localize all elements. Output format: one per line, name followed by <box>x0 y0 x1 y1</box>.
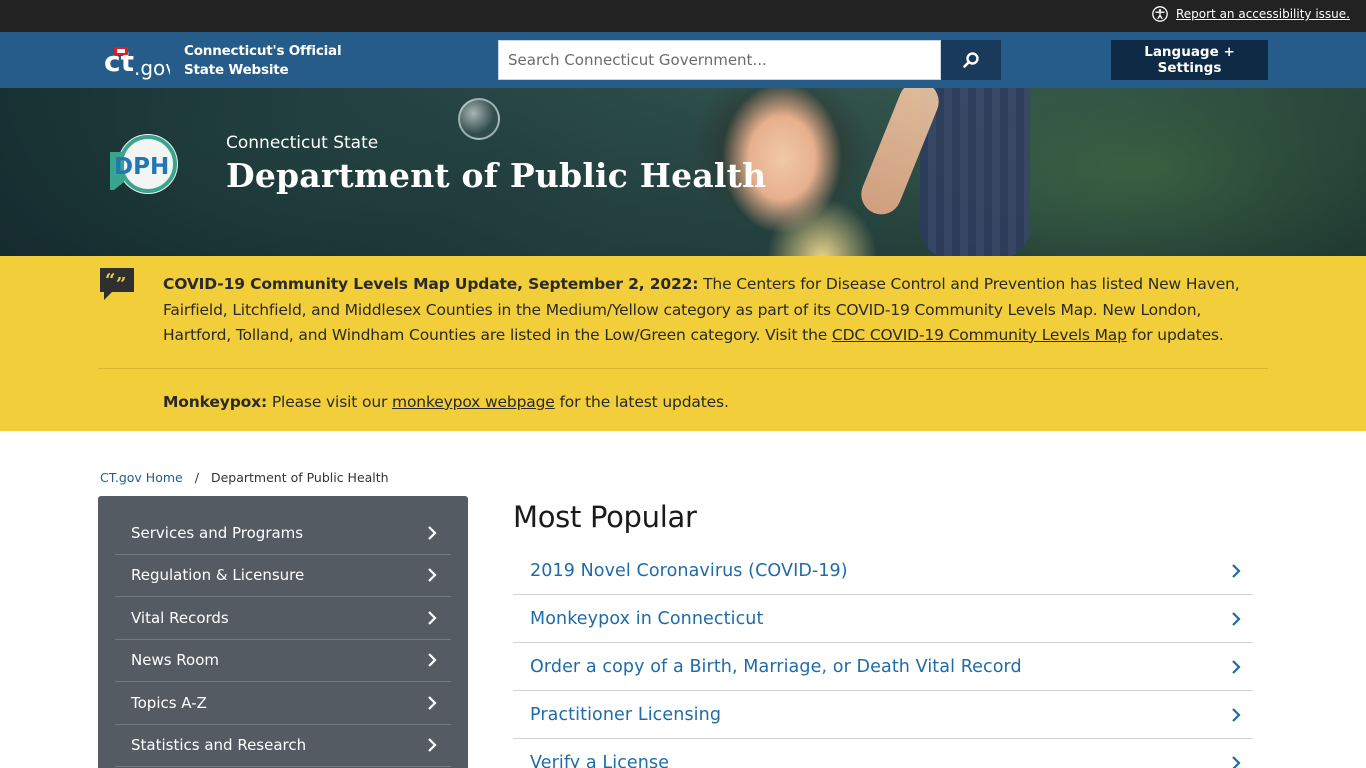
chevron-right-icon <box>428 653 437 668</box>
site-header: ct .gov Connecticut's Official State Web… <box>0 32 1366 88</box>
chevron-right-icon <box>428 525 437 540</box>
monkeypox-alert-heading: Monkeypox: <box>163 393 268 411</box>
search-input[interactable] <box>498 40 941 80</box>
side-nav-item-news-room[interactable]: News Room <box>115 640 451 682</box>
popular-link-label: 2019 Novel Coronavirus (COVID-19) <box>530 560 848 581</box>
monkeypox-alert-text: Monkeypox: Please visit our monkeypox we… <box>163 390 729 415</box>
popular-link-practitioner-licensing[interactable]: Practitioner Licensing <box>513 691 1253 739</box>
chevron-right-icon <box>1232 563 1241 578</box>
popular-link-coronavirus[interactable]: 2019 Novel Coronavirus (COVID-19) <box>513 547 1253 595</box>
popular-link-label: Verify a License <box>530 752 670 768</box>
most-popular-list: 2019 Novel Coronavirus (COVID-19) Monkey… <box>513 547 1253 768</box>
hero-background-person <box>920 88 1030 256</box>
chevron-right-icon <box>1232 755 1241 768</box>
breadcrumb-current: Department of Public Health <box>210 470 389 485</box>
side-nav-item-statistics-research[interactable]: Statistics and Research <box>115 725 451 767</box>
utility-bar: Report an accessibility issue. <box>0 0 1366 32</box>
breadcrumb-separator: / <box>194 470 199 485</box>
popular-link-vital-record[interactable]: Order a copy of a Birth, Marriage, or De… <box>513 643 1253 691</box>
chevron-right-icon <box>1232 659 1241 674</box>
breadcrumb: CT.gov Home / Department of Public Healt… <box>100 470 389 485</box>
chevron-right-icon <box>428 610 437 625</box>
hero-subtitle: Connecticut State <box>226 133 379 153</box>
most-popular-heading: Most Popular <box>513 500 697 534</box>
covid-alert-heading: COVID-19 Community Levels Map Update, Se… <box>163 275 699 293</box>
hero-bubble-image <box>458 98 500 140</box>
side-nav-item-label: Statistics and Research <box>131 736 307 755</box>
monkeypox-webpage-link[interactable]: monkeypox webpage <box>392 393 555 411</box>
hero-title: Department of Public Health <box>226 156 767 195</box>
side-nav-item-services-programs[interactable]: Services and Programs <box>115 512 451 555</box>
popular-link-label: Practitioner Licensing <box>530 704 722 725</box>
side-nav-item-label: Topics A-Z <box>131 693 207 712</box>
cdc-map-link[interactable]: CDC COVID-19 Community Levels Map <box>832 326 1127 344</box>
popular-link-label: Monkeypox in Connecticut <box>530 608 764 629</box>
chevron-right-icon <box>428 695 437 710</box>
side-nav-item-label: Regulation & Licensure <box>131 566 305 585</box>
svg-text:.gov: .gov <box>134 56 170 80</box>
monkeypox-alert-tail: for the latest updates. <box>554 393 729 411</box>
side-nav-item-label: News Room <box>131 651 220 670</box>
official-website-text[interactable]: Connecticut's Official State Website <box>184 42 342 80</box>
report-accessibility-label: Report an accessibility issue. <box>1175 7 1350 21</box>
ctgov-logo[interactable]: ct .gov <box>104 41 170 81</box>
side-nav-item-regulation-licensure[interactable]: Regulation & Licensure <box>115 555 451 597</box>
chevron-right-icon <box>428 738 437 753</box>
side-nav: Services and Programs Regulation & Licen… <box>98 496 468 768</box>
breadcrumb-home-link[interactable]: CT.gov Home <box>100 470 183 485</box>
hero-banner: DPH Connecticut State Department of Publ… <box>0 88 1366 256</box>
accessibility-icon <box>1152 6 1168 22</box>
side-nav-item-topics-az[interactable]: Topics A-Z <box>115 682 451 725</box>
side-nav-item-vital-records[interactable]: Vital Records <box>115 597 451 640</box>
search-button[interactable] <box>941 40 1001 80</box>
official-line2: State Website <box>184 62 289 78</box>
chevron-right-icon <box>428 568 437 583</box>
popular-link-label: Order a copy of a Birth, Marriage, or De… <box>530 656 1022 677</box>
report-accessibility-link[interactable]: Report an accessibility issue. <box>1152 6 1350 22</box>
svg-text:DPH: DPH <box>114 154 169 180</box>
covid-alert-text: COVID-19 Community Levels Map Update, Se… <box>163 272 1258 349</box>
quote-icon: “ ” <box>100 268 134 300</box>
covid-alert-tail: for updates. <box>1126 326 1224 344</box>
official-line1: Connecticut's Official <box>184 43 342 59</box>
svg-text:”: ” <box>116 274 126 295</box>
dph-logo[interactable]: DPH <box>106 132 186 198</box>
chevron-right-icon <box>1232 611 1241 626</box>
alert-divider <box>98 368 1268 369</box>
chevron-right-icon <box>1232 707 1241 722</box>
side-nav-item-label: Services and Programs <box>131 523 304 542</box>
popular-link-verify-license[interactable]: Verify a License <box>513 739 1253 768</box>
svg-text:“: “ <box>105 270 115 291</box>
popular-link-monkeypox[interactable]: Monkeypox in Connecticut <box>513 595 1253 643</box>
alert-banner: “ ” COVID-19 Community Levels Map Update… <box>0 256 1366 431</box>
monkeypox-alert-body: Please visit our <box>267 393 392 411</box>
side-nav-item-label: Vital Records <box>131 608 229 627</box>
language-settings-button[interactable]: Language + Settings <box>1111 40 1268 80</box>
search-icon <box>963 52 979 68</box>
